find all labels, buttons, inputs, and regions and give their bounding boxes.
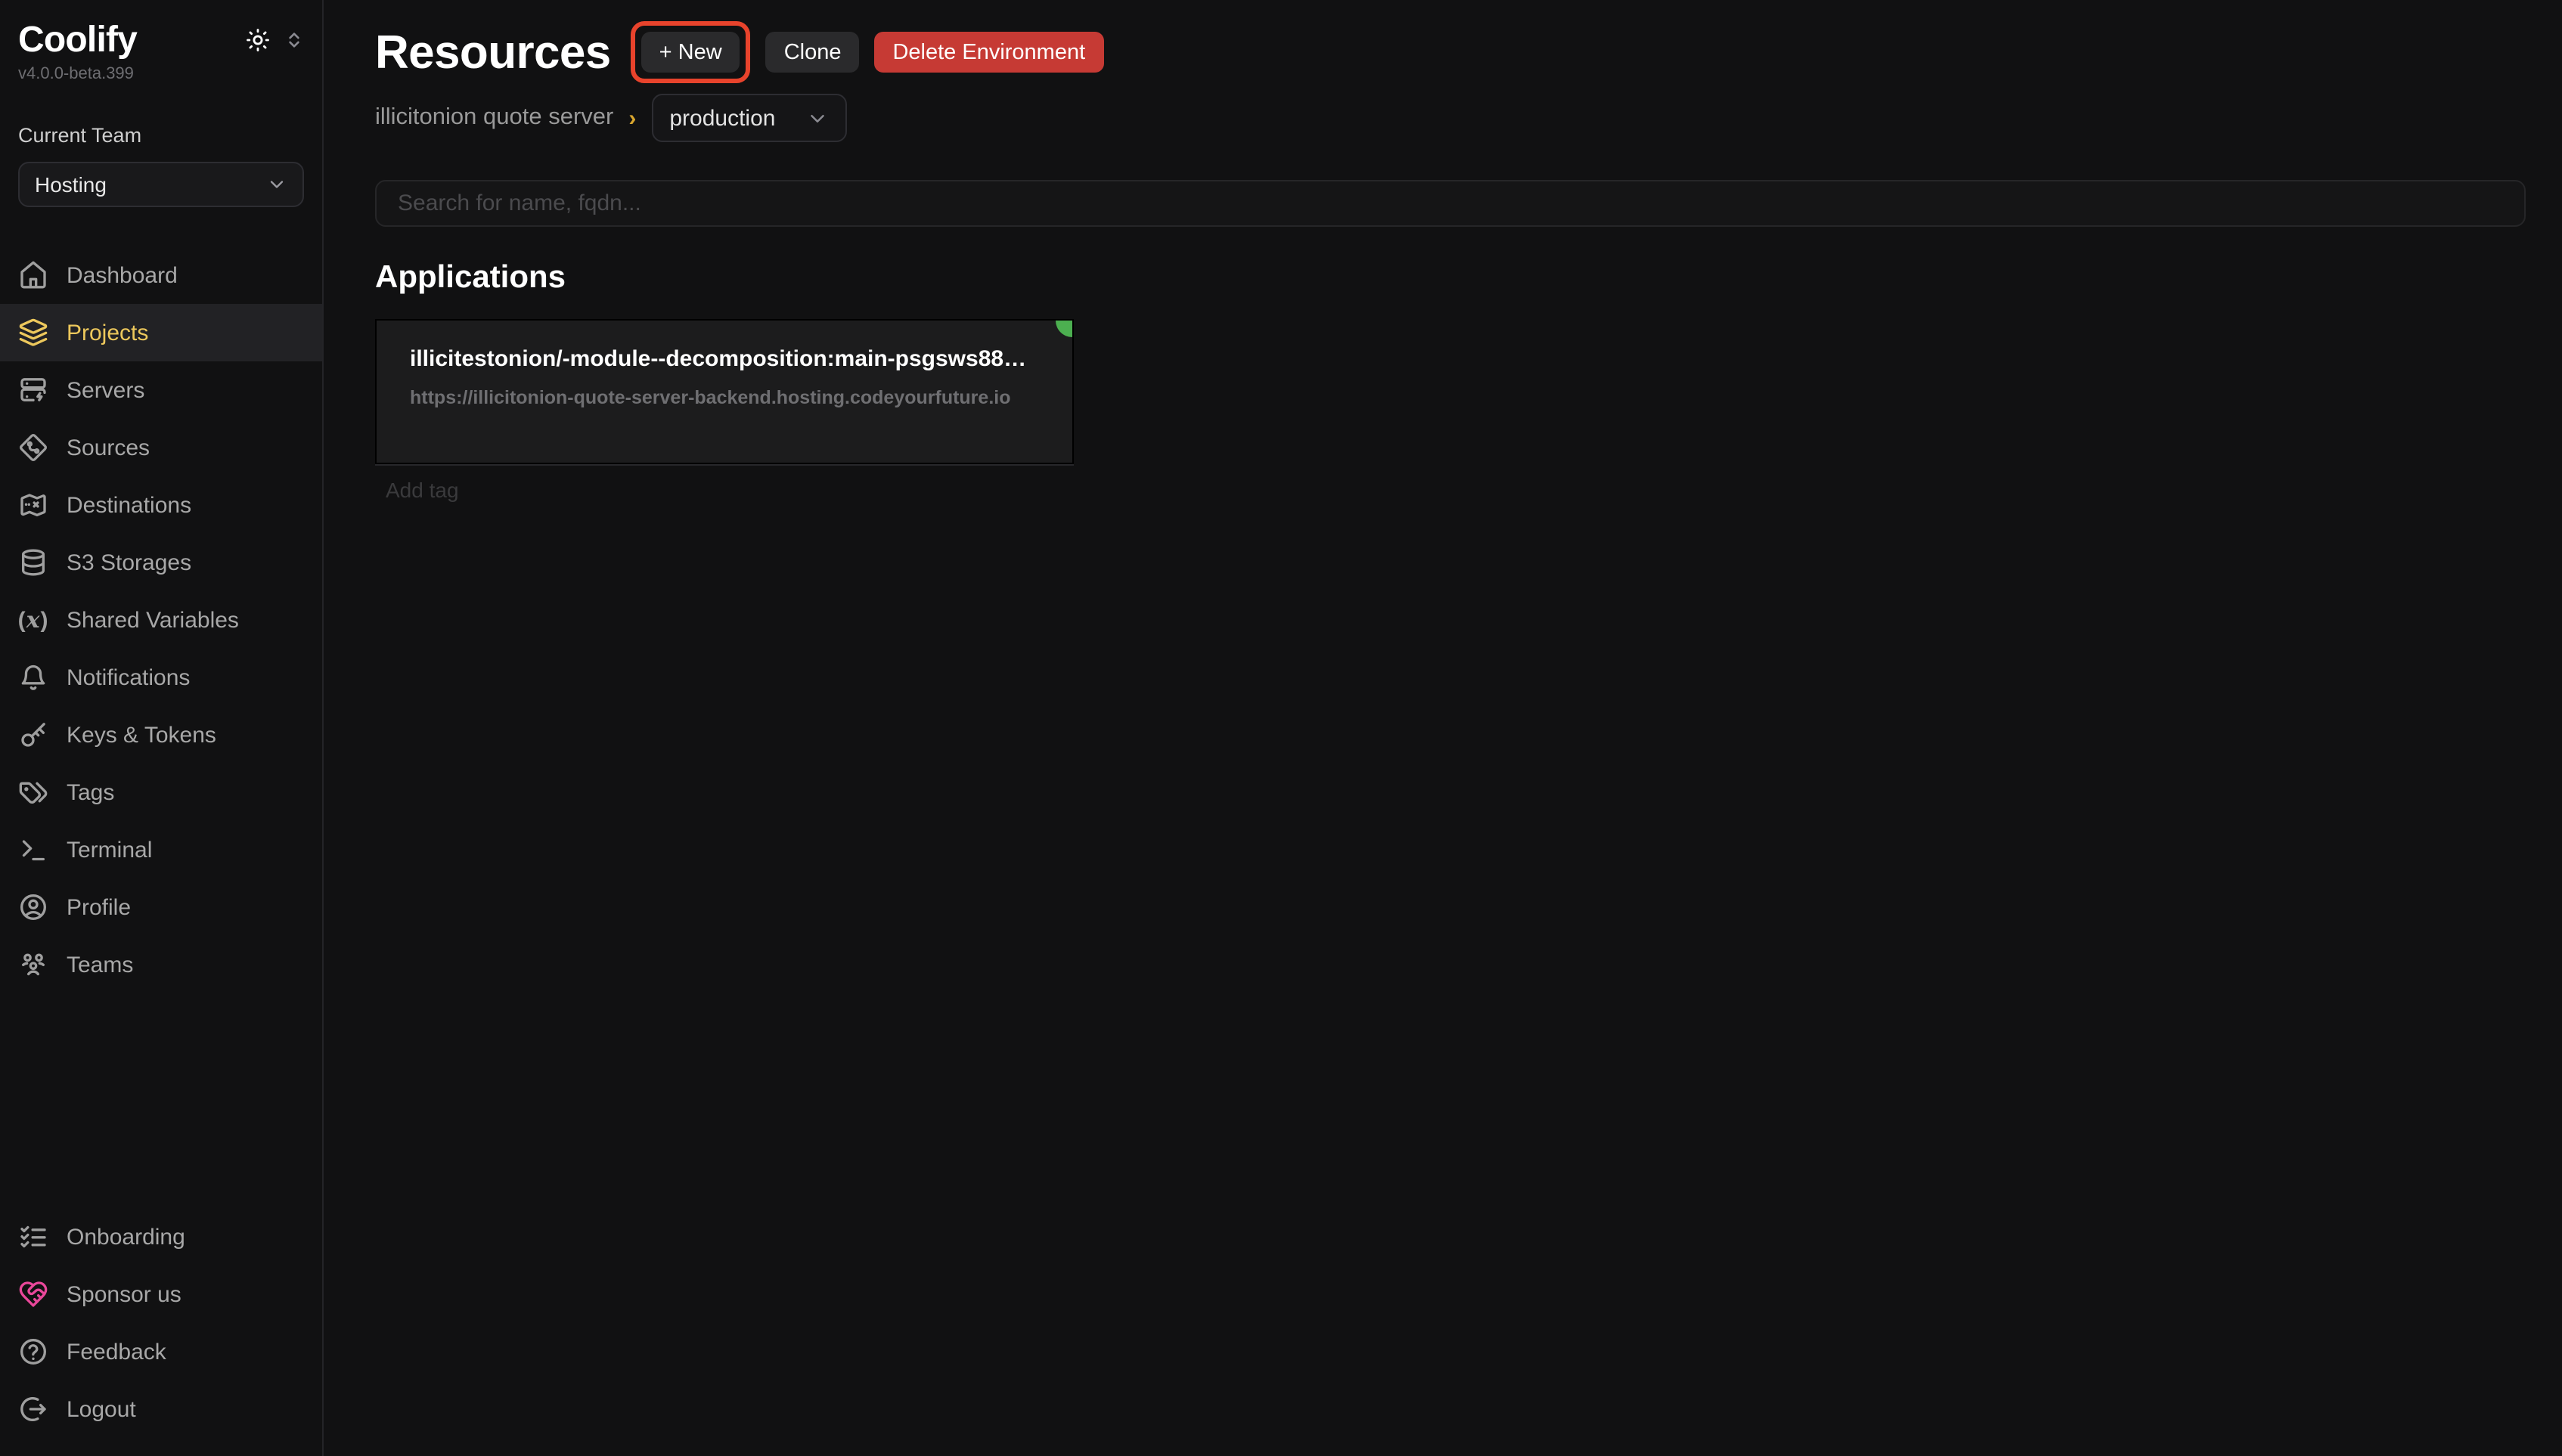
add-tag-row [375,478,2526,505]
sidebar: Coolify v4.0.0-beta.399 Current Team Hos… [0,0,324,1456]
current-team-label: Current Team [18,125,304,147]
sidebar-item-dashboard[interactable]: Dashboard [0,247,322,305]
sidebar-item-onboarding[interactable]: Onboarding [0,1208,322,1265]
variables-icon: (x) [18,606,48,636]
checklist-icon [18,1222,48,1252]
sidebar-item-servers[interactable]: Servers [0,362,322,420]
sidebar-item-notifications[interactable]: Notifications [0,649,322,707]
search-row [375,180,2526,227]
sidebar-item-keys-tokens[interactable]: Keys & Tokens [0,707,322,764]
sidebar-item-logout[interactable]: Logout [0,1380,322,1438]
coolify-app: Coolify v4.0.0-beta.399 Current Team Hos… [0,0,2562,1456]
breadcrumb: illicitonion quote server › production [375,94,2526,142]
sidebar-item-sources[interactable]: Sources [0,420,322,477]
breadcrumb-chevron-icon: › [628,105,636,131]
theme-sun-icon[interactable] [245,27,271,53]
sidebar-item-shared-variables[interactable]: (x) Shared Variables [0,592,322,649]
sidebar-item-tags[interactable]: Tags [0,764,322,822]
sidebar-header: Coolify v4.0.0-beta.399 Current Team Hos… [0,0,322,208]
sidebar-footer: Onboarding Sponsor us Feedback Logout [0,1208,322,1438]
delete-environment-button[interactable]: Delete Environment [874,32,1103,73]
add-tag-input[interactable] [386,478,718,502]
clone-button[interactable]: Clone [766,32,860,73]
page-title: Resources [375,25,611,79]
applications-section-title: Applications [375,260,2526,296]
page-header: Resources + New Clone Delete Environment [375,21,2526,83]
sidebar-item-projects[interactable]: Projects [0,305,322,362]
sidebar-item-s3-storages[interactable]: S3 Storages [0,534,322,592]
breadcrumb-project[interactable]: illicitonion quote server [375,104,613,132]
database-icon [18,548,48,578]
application-card-title: illicitestonion/-module--decomposition:m… [410,346,1072,372]
status-running-indicator [1056,321,1072,337]
main-content: Resources + New Clone Delete Environment… [325,0,2562,1456]
application-card[interactable]: illicitestonion/-module--decomposition:m… [375,319,1074,464]
sidebar-item-destinations[interactable]: Destinations [0,477,322,534]
git-source-icon [18,433,48,463]
sidebar-item-feedback[interactable]: Feedback [0,1323,322,1380]
chevron-down-icon [266,175,287,196]
sidebar-item-sponsor-us[interactable]: Sponsor us [0,1265,322,1323]
map-icon [18,491,48,521]
server-icon [18,376,48,406]
bell-icon [18,663,48,693]
heart-handshake-icon [18,1279,48,1309]
app-logo: Coolify [18,21,137,61]
sidebar-item-terminal[interactable]: Terminal [0,822,322,879]
environment-select[interactable]: production [651,94,846,142]
terminal-icon [18,835,48,866]
application-card-url: https://illicitonion-quote-server-backen… [410,387,1072,408]
tags-icon [18,778,48,808]
app-version: v4.0.0-beta.399 [18,66,304,84]
key-icon [18,720,48,751]
sidebar-item-teams[interactable]: Teams [0,937,322,994]
environment-select-value: production [669,105,775,131]
theme-switcher-chevrons-icon[interactable] [284,30,304,50]
chevron-down-icon [805,107,828,129]
team-select[interactable]: Hosting [18,163,304,208]
new-button[interactable]: + New [641,32,740,73]
users-icon [18,950,48,980]
team-select-value: Hosting [35,173,107,197]
sidebar-nav: Dashboard Projects Servers Sources [0,247,322,994]
user-circle-icon [18,893,48,923]
home-icon [18,261,48,291]
layers-icon [18,318,48,349]
search-input[interactable] [375,180,2526,227]
sidebar-item-profile[interactable]: Profile [0,879,322,937]
help-circle-icon [18,1337,48,1367]
annotation-highlight: + New [631,21,751,83]
logout-icon [18,1394,48,1424]
